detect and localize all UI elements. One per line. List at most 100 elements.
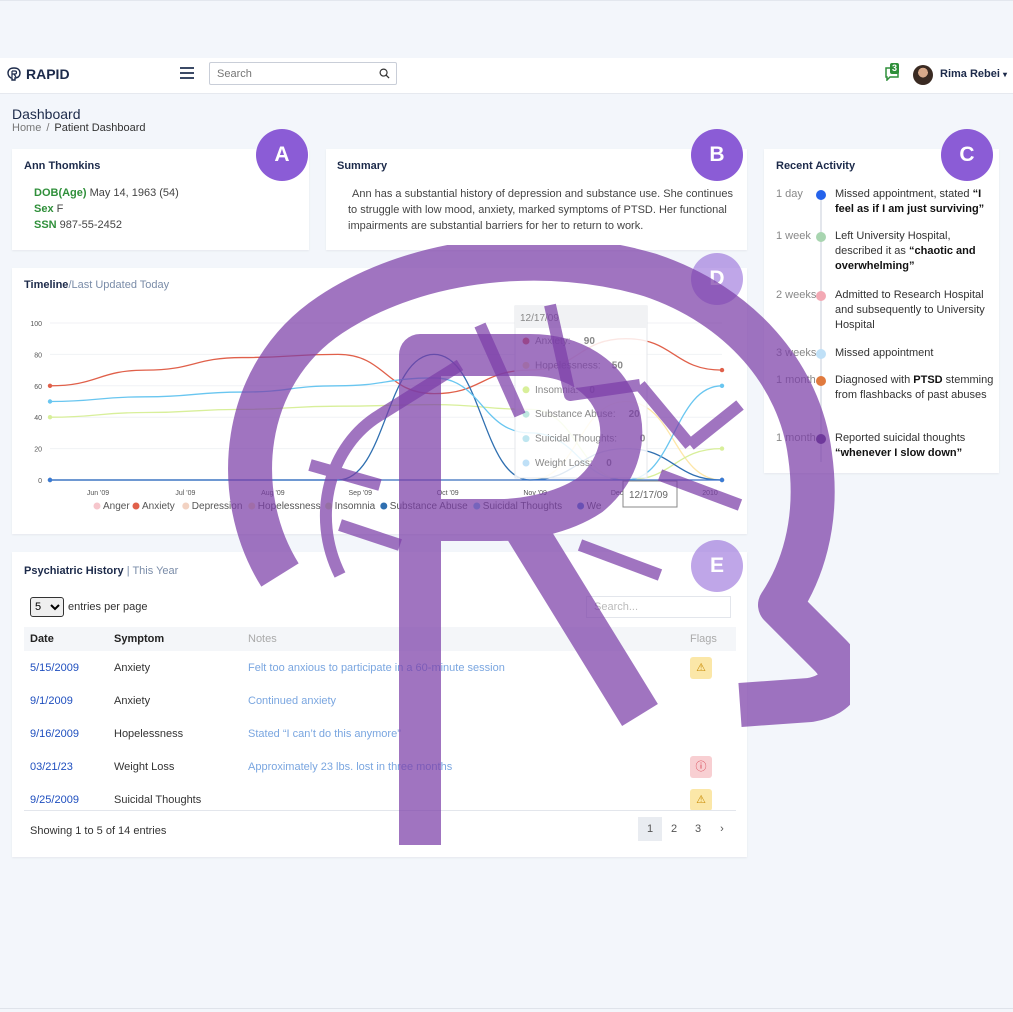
warning-flag-icon[interactable]: ⚠ xyxy=(690,788,712,811)
x-tick-label: Aug '09 xyxy=(261,490,285,497)
table-row[interactable]: 9/25/2009 Suicidal Thoughts ⚠ xyxy=(24,783,736,816)
tooltip-swatch xyxy=(522,361,530,369)
entries-per-page: 5 entries per page xyxy=(30,597,148,617)
menu-toggle-icon[interactable] xyxy=(180,67,194,79)
legend-swatch xyxy=(380,502,388,510)
legend-label[interactable]: Anger xyxy=(103,501,130,512)
search-icon[interactable] xyxy=(379,68,390,79)
brand-name: RAPID xyxy=(26,66,70,82)
activity-highlight: PTSD xyxy=(913,374,943,386)
activity-description: Admitted to Research Hospital and subseq… xyxy=(835,289,985,331)
row-date-link[interactable]: 9/1/2009 xyxy=(24,684,108,717)
row-symptom: Weight Loss xyxy=(114,760,175,773)
warning-flag-icon[interactable]: ⚠ xyxy=(690,656,712,679)
row-flags: ⚠ xyxy=(684,651,736,684)
window-bottom-border xyxy=(0,1008,1013,1009)
pagination-page-button[interactable]: 3 xyxy=(686,817,710,841)
data-point[interactable] xyxy=(47,477,53,483)
legend-label[interactable]: Substance Abuse xyxy=(390,501,468,512)
pagination-page-button[interactable]: 1 xyxy=(638,817,662,841)
activity-dot xyxy=(816,376,826,386)
user-name: Rima Rebei xyxy=(940,68,1000,80)
ssn-value: 987-55-2452 xyxy=(59,219,123,231)
patient-name: Ann Thomkins xyxy=(24,160,101,172)
tooltip-value: 0 xyxy=(606,458,612,469)
data-point[interactable] xyxy=(47,399,53,404)
table-search-input[interactable]: Search... xyxy=(586,596,731,618)
activity-dot xyxy=(816,190,826,200)
data-point[interactable] xyxy=(47,383,53,388)
activity-description: Reported suicidal thoughts xyxy=(835,432,966,444)
activity-text: Missed appointment, stated “I feel as if… xyxy=(835,187,995,217)
data-point[interactable] xyxy=(719,446,725,451)
brand[interactable]: RAPID xyxy=(6,66,70,82)
table-row[interactable]: 03/21/23 Weight Loss Approximately 23 lbs.… xyxy=(24,750,736,783)
tooltip-date: 12/17/09 xyxy=(520,313,559,324)
user-avatar[interactable] xyxy=(913,65,933,85)
column-date[interactable]: Date xyxy=(24,627,108,651)
data-point[interactable] xyxy=(47,415,53,420)
summary-title: Summary xyxy=(337,160,388,172)
data-point[interactable] xyxy=(719,383,725,388)
legend-label[interactable]: Insomnia xyxy=(335,501,376,512)
marker-c: C xyxy=(941,129,993,181)
table-row[interactable]: 5/15/2009 Anxiety Felt too anxious to part… xyxy=(24,651,736,684)
y-tick-label: 0 xyxy=(38,478,42,485)
row-date-link[interactable]: 9/16/2009 xyxy=(24,717,108,750)
row-flags xyxy=(684,684,736,717)
legend-label[interactable]: We xyxy=(587,501,602,512)
row-symptom: Anxiety xyxy=(114,661,151,674)
legend-label[interactable]: Anxiety xyxy=(142,501,175,512)
page-title: Dashboard xyxy=(12,106,81,122)
history-title: Psychiatric History | This Year xyxy=(24,565,178,577)
table-header-row: Date Symptom Notes Flags xyxy=(24,627,736,651)
column-symptom[interactable]: Symptom xyxy=(108,627,242,651)
row-symptom: Hopelessness xyxy=(114,727,184,740)
x-tick-label: Jul '09 xyxy=(175,490,195,497)
search-input[interactable] xyxy=(215,63,379,85)
tooltip-swatch xyxy=(522,459,530,467)
column-flags[interactable]: Flags xyxy=(684,627,736,651)
breadcrumb-home-link[interactable]: Home xyxy=(12,122,41,134)
notifications-button[interactable]: 3 xyxy=(884,63,902,82)
row-date-link[interactable]: 5/15/2009 xyxy=(24,651,108,684)
chart-tooltip: 12/17/09 Anxiety: 90 Hopelessness: 50 Insomni… xyxy=(514,305,648,479)
tooltip-label: Insomnia: xyxy=(535,385,578,396)
tooltip-swatch xyxy=(522,435,530,443)
tooltip-label: Substance Abuse: xyxy=(535,409,616,420)
pagination-page-button[interactable]: 2 xyxy=(662,817,686,841)
dob-row: DOB(Age) May 14, 1963 (54) xyxy=(34,187,179,199)
activity-description: Missed appointment, stated xyxy=(835,188,973,200)
dob-value: May 14, 1963 (54) xyxy=(89,187,179,199)
row-date-link[interactable]: 9/25/2009 xyxy=(24,783,108,816)
table-row[interactable]: 9/16/2009 Hopelessness Stated “I can’t do … xyxy=(24,717,736,750)
legend-swatch xyxy=(577,502,585,510)
legend-label[interactable]: Suicidal Thoughts xyxy=(483,501,562,512)
pagination-next-button[interactable]: › xyxy=(710,817,734,841)
ssn-row: SSN 987-55-2452 xyxy=(34,219,122,231)
timeline-chart[interactable]: 0 20 40 60 80 100 Jun '09 Jul '09 Aug '09 Sep '09… xyxy=(12,268,747,534)
marker-a: A xyxy=(256,129,308,181)
activity-dot xyxy=(816,232,826,242)
table-row[interactable]: 9/1/2009 Anxiety Continued anxiety xyxy=(24,684,736,717)
alert-flag-icon[interactable]: ⓘ xyxy=(690,755,712,778)
sex-row: Sex F xyxy=(34,203,63,215)
tooltip-label: Weight Loss: xyxy=(535,458,593,469)
activity-text: Admitted to Research Hospital and subseq… xyxy=(835,288,995,333)
data-point[interactable] xyxy=(719,477,725,483)
table-divider xyxy=(24,810,736,811)
y-tick-label: 20 xyxy=(34,447,42,454)
row-date-link[interactable]: 03/21/23 xyxy=(24,750,108,783)
row-symptom: Suicidal Thoughts xyxy=(114,793,202,806)
user-menu[interactable]: Rima Rebei ▾ xyxy=(940,68,1007,80)
data-point[interactable] xyxy=(719,367,725,373)
column-notes[interactable]: Notes xyxy=(242,627,684,651)
timeline-card: Timeline/Last Updated Today 0 20 40 60 80 100… xyxy=(12,268,747,534)
activity-text: Missed appointment xyxy=(835,346,995,361)
page-size-select[interactable]: 5 xyxy=(30,597,64,617)
activity-description: Missed appointment xyxy=(835,347,934,359)
legend-label[interactable]: Hopelessness xyxy=(258,501,321,512)
activity-dot xyxy=(816,349,826,359)
history-subtitle: This Year xyxy=(132,565,179,577)
legend-label[interactable]: Depression xyxy=(192,501,243,512)
